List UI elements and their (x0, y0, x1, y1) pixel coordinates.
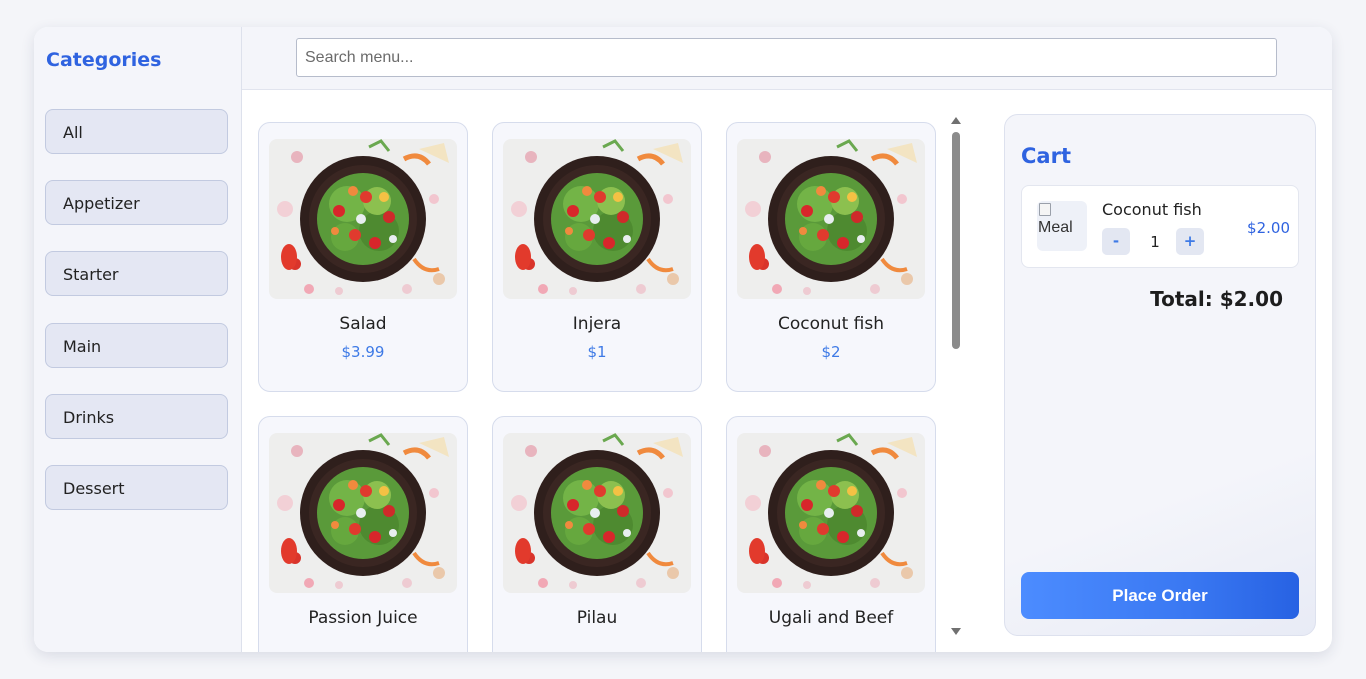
category-starter-button[interactable]: Starter (45, 251, 228, 296)
category-all-button[interactable]: All (45, 109, 228, 154)
cart-item-price: $2.00 (1247, 219, 1290, 237)
menu-item-card[interactable]: Coconut fish $2 (726, 122, 936, 392)
quantity-value: 1 (1150, 233, 1160, 251)
search-bar (242, 27, 1332, 90)
cart-item-image: Meal (1037, 201, 1087, 251)
menu-item-price: $3.99 (341, 343, 385, 361)
decrease-quantity-button[interactable]: - (1102, 228, 1130, 255)
meal-image (503, 433, 691, 593)
meal-image (269, 433, 457, 593)
cart-title: Cart (1021, 144, 1071, 168)
meal-image (737, 139, 925, 299)
meal-image (269, 139, 457, 299)
sidebar-title: Categories (46, 49, 162, 71)
scroll-down-arrow-icon[interactable] (951, 628, 961, 635)
broken-image-icon (1039, 203, 1051, 216)
menu-item-card[interactable]: Pilau (492, 416, 702, 652)
menu-scrollbar[interactable] (949, 117, 963, 635)
scroll-up-arrow-icon[interactable] (951, 117, 961, 124)
cart-panel: Cart Meal Coconut fish - 1 + $2.00 Total… (1004, 114, 1316, 636)
menu-item-name: Passion Juice (308, 608, 418, 628)
cart-total: Total: $2.00 (1150, 287, 1283, 311)
cart-item: Meal Coconut fish - 1 + $2.00 (1021, 185, 1299, 268)
category-dessert-button[interactable]: Dessert (45, 465, 228, 510)
scroll-thumb[interactable] (952, 132, 960, 349)
menu-item-name: Pilau (576, 608, 618, 628)
category-drinks-button[interactable]: Drinks (45, 394, 228, 439)
menu-item-card[interactable]: Salad $3.99 (258, 122, 468, 392)
increase-quantity-button[interactable]: + (1176, 228, 1204, 255)
menu-item-price: $1 (587, 343, 607, 361)
meal-image (737, 433, 925, 593)
menu-item-price: $2 (821, 343, 841, 361)
cart-item-name: Coconut fish (1102, 200, 1202, 219)
menu-item-name: Injera (572, 314, 622, 334)
category-main-button[interactable]: Main (45, 323, 228, 368)
image-alt-text: Meal (1038, 219, 1073, 236)
menu-grid: Salad $3.99 Injera $1 Coconut fish $2 Pa… (242, 90, 964, 652)
menu-item-card[interactable]: Passion Juice (258, 416, 468, 652)
meal-image (503, 139, 691, 299)
app-window: Categories All Appetizer Starter Main Dr… (34, 27, 1332, 652)
menu-item-card[interactable]: Ugali and Beef (726, 416, 936, 652)
search-input[interactable] (296, 38, 1277, 77)
menu-item-card[interactable]: Injera $1 (492, 122, 702, 392)
category-sidebar: Categories All Appetizer Starter Main Dr… (34, 27, 242, 652)
menu-item-name: Salad (339, 314, 387, 334)
place-order-button[interactable]: Place Order (1021, 572, 1299, 619)
menu-item-name: Ugali and Beef (768, 608, 894, 628)
menu-item-name: Coconut fish (778, 314, 884, 334)
category-appetizer-button[interactable]: Appetizer (45, 180, 228, 225)
